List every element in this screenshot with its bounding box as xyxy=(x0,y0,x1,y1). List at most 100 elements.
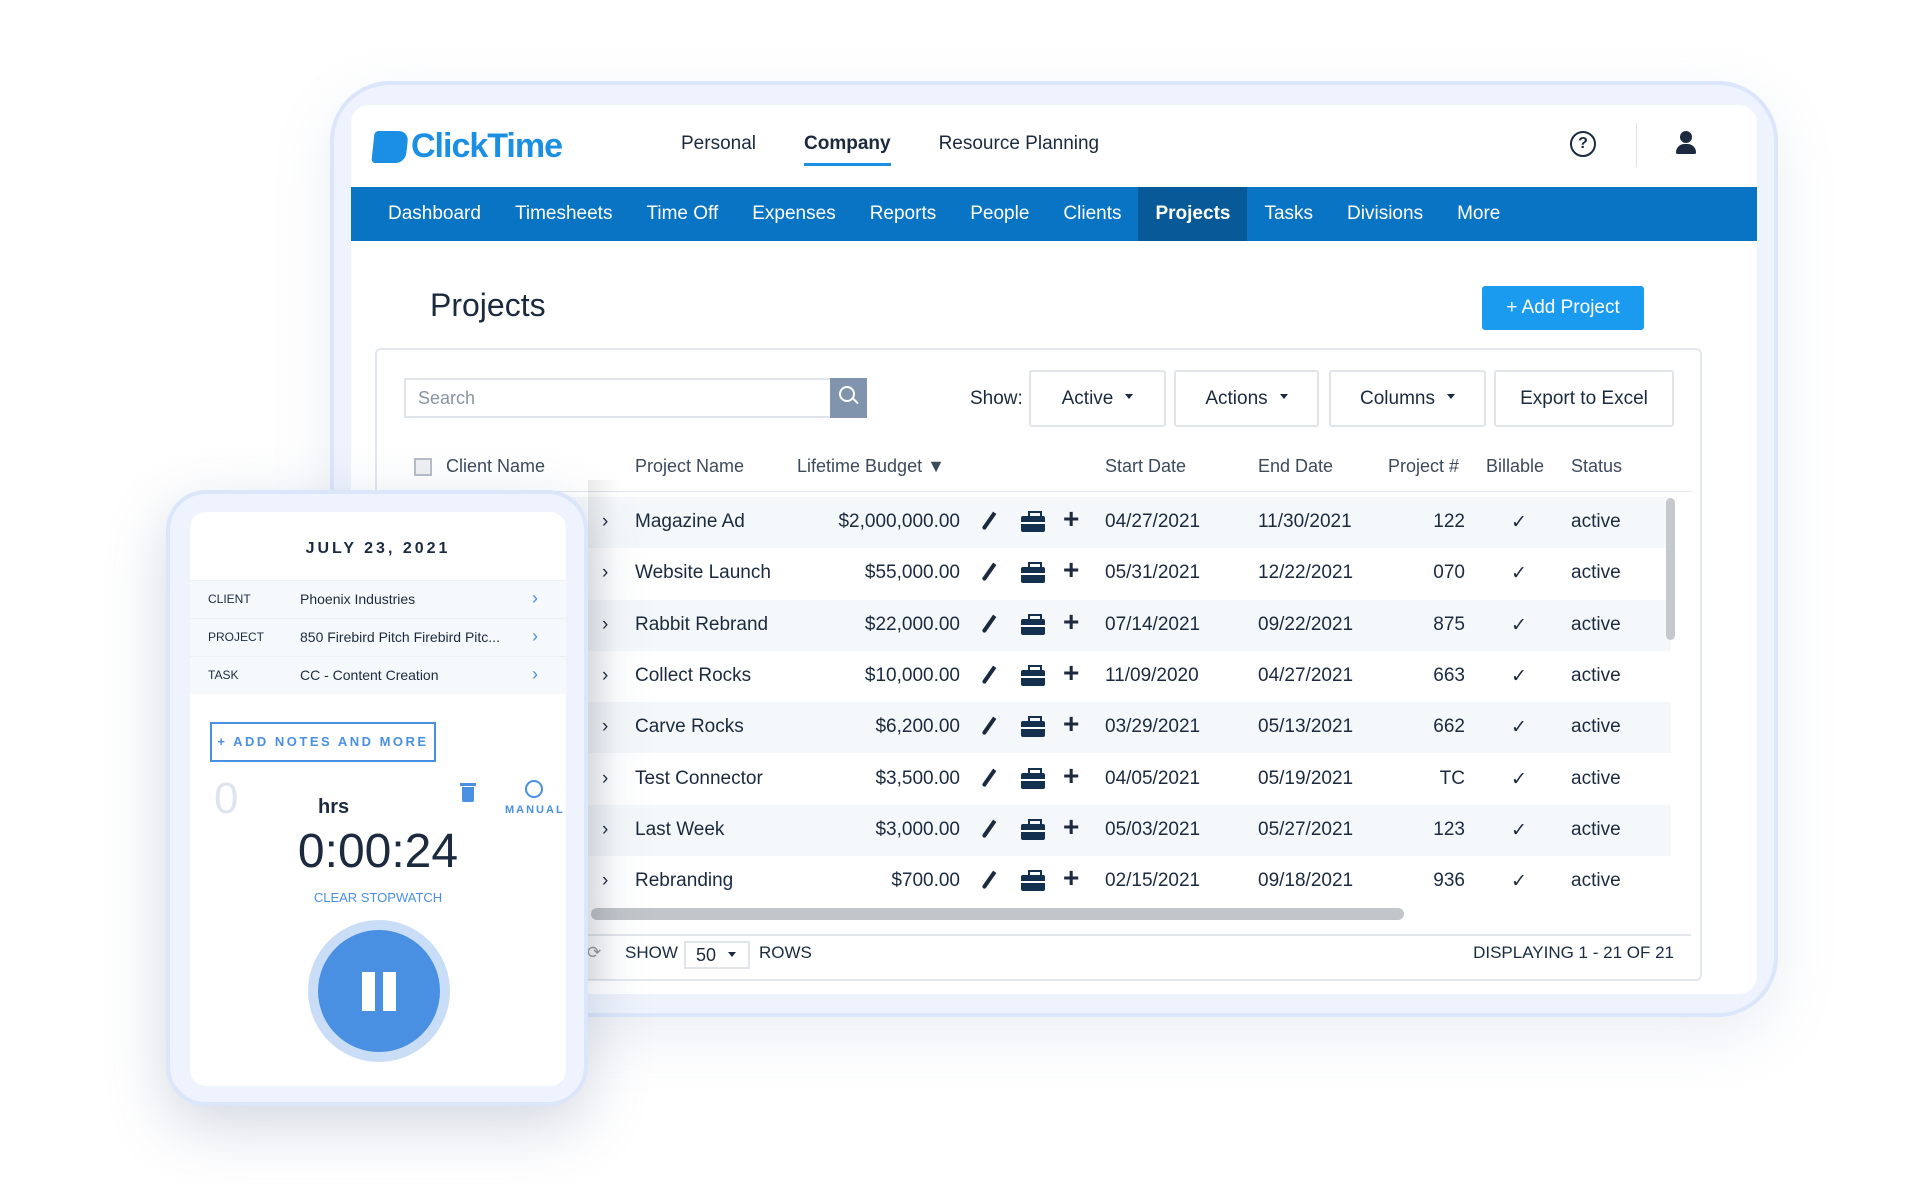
refresh-icon[interactable]: ⟳ xyxy=(587,943,601,963)
add-plus-icon[interactable]: + xyxy=(1063,503,1079,535)
expand-chevron-icon[interactable]: › xyxy=(602,562,608,584)
add-plus-icon[interactable]: + xyxy=(1063,657,1079,689)
nav-projects[interactable]: Projects xyxy=(1138,187,1248,241)
project-name[interactable]: Rebranding xyxy=(635,870,733,892)
edit-pencil-icon[interactable] xyxy=(981,768,997,787)
help-icon[interactable]: ? xyxy=(1570,131,1596,157)
task-field[interactable]: TASK CC - Content Creation › xyxy=(190,656,566,694)
expand-chevron-icon[interactable]: › xyxy=(602,870,608,892)
add-plus-icon[interactable]: + xyxy=(1063,760,1079,792)
header-start-date[interactable]: Start Date xyxy=(1105,456,1186,477)
project-name[interactable]: Test Connector xyxy=(635,768,763,790)
briefcase-icon[interactable] xyxy=(1021,818,1045,840)
project-name[interactable]: Last Week xyxy=(635,819,724,841)
nav-reports[interactable]: Reports xyxy=(853,187,954,241)
project-name[interactable]: Magazine Ad xyxy=(635,511,745,533)
edit-pencil-icon[interactable] xyxy=(981,562,997,582)
end-date: 04/27/2021 xyxy=(1258,664,1354,686)
lifetime-budget: $2,000,000.00 xyxy=(838,511,960,532)
header-project-number[interactable]: Project # xyxy=(1388,456,1459,477)
add-plus-icon[interactable]: + xyxy=(1063,606,1079,638)
client-field[interactable]: CLIENT Phoenix Industries › xyxy=(190,580,566,618)
briefcase-icon[interactable] xyxy=(1021,767,1045,789)
nav-clients[interactable]: Clients xyxy=(1046,187,1138,241)
project-name[interactable]: Website Launch xyxy=(635,562,771,584)
edit-pencil-icon[interactable] xyxy=(981,819,997,839)
add-plus-icon[interactable]: + xyxy=(1063,554,1079,586)
nav-divisions[interactable]: Divisions xyxy=(1330,187,1440,241)
expand-chevron-icon[interactable]: › xyxy=(602,819,608,841)
end-date: 09/22/2021 xyxy=(1258,613,1354,635)
briefcase-icon[interactable] xyxy=(1021,613,1045,635)
expand-chevron-icon[interactable]: › xyxy=(602,665,608,687)
stopwatch-icon[interactable] xyxy=(525,780,543,798)
add-project-button[interactable]: + Add Project xyxy=(1482,286,1644,330)
actions-dropdown[interactable]: Actions xyxy=(1174,370,1319,427)
chevron-right-icon: › xyxy=(532,588,538,608)
nav-timesheets[interactable]: Timesheets xyxy=(498,187,630,241)
clicktime-logo[interactable]: ClickTime xyxy=(371,127,563,166)
edit-pencil-icon[interactable] xyxy=(981,665,997,685)
nav-people[interactable]: People xyxy=(953,187,1046,241)
add-plus-icon[interactable]: + xyxy=(1063,708,1079,740)
nav-tasks[interactable]: Tasks xyxy=(1247,187,1330,241)
edit-pencil-icon[interactable] xyxy=(981,870,997,890)
export-excel-button[interactable]: Export to Excel xyxy=(1494,370,1674,427)
expand-chevron-icon[interactable]: › xyxy=(602,716,608,738)
lifetime-budget: $700.00 xyxy=(891,870,960,892)
nav-more[interactable]: More xyxy=(1440,187,1517,241)
expand-chevron-icon[interactable]: › xyxy=(602,511,608,533)
end-date: 09/18/2021 xyxy=(1258,870,1354,892)
caret-down-icon xyxy=(1125,394,1134,403)
top-nav-personal[interactable]: Personal xyxy=(681,133,756,166)
add-plus-icon[interactable]: + xyxy=(1063,811,1079,843)
user-icon[interactable] xyxy=(1675,131,1697,155)
search-input[interactable]: Search xyxy=(404,378,867,418)
displaying-count: DISPLAYING 1 - 21 OF 21 xyxy=(1473,943,1674,962)
project-field[interactable]: PROJECT 850 Firebird Pitch Firebird Pitc.… xyxy=(190,618,566,656)
header-project-name[interactable]: Project Name xyxy=(635,456,744,477)
header-billable[interactable]: Billable xyxy=(1486,456,1544,477)
pause-button[interactable] xyxy=(308,920,450,1062)
add-plus-icon[interactable]: + xyxy=(1063,862,1079,894)
project-name[interactable]: Collect Rocks xyxy=(635,665,751,687)
search-icon[interactable] xyxy=(830,378,867,418)
header-lifetime-budget[interactable]: Lifetime Budget ▼ xyxy=(797,456,945,477)
header-status[interactable]: Status xyxy=(1571,456,1622,477)
edit-pencil-icon[interactable] xyxy=(981,614,997,633)
add-notes-button[interactable]: + ADD NOTES AND MORE xyxy=(210,722,436,762)
field-value: 850 Firebird Pitch Firebird Pitc... xyxy=(300,629,500,645)
briefcase-icon[interactable] xyxy=(1021,870,1045,892)
briefcase-icon[interactable] xyxy=(1021,716,1045,738)
clear-stopwatch-link[interactable]: CLEAR STOPWATCH xyxy=(190,890,566,905)
nav-dashboard[interactable]: Dashboard xyxy=(371,187,498,241)
project-number: 936 xyxy=(1433,870,1465,892)
hours-input[interactable]: 0 xyxy=(214,774,238,824)
briefcase-icon[interactable] xyxy=(1021,664,1045,686)
manual-button[interactable]: MANUAL xyxy=(505,804,565,816)
briefcase-icon[interactable] xyxy=(1021,562,1045,584)
header-end-date[interactable]: End Date xyxy=(1258,456,1333,477)
project-name[interactable]: Carve Rocks xyxy=(635,716,744,738)
horizontal-scrollbar[interactable] xyxy=(591,908,1404,920)
field-label: PROJECT xyxy=(208,630,265,644)
nav-expenses[interactable]: Expenses xyxy=(735,187,852,241)
show-filter-dropdown[interactable]: Active xyxy=(1029,370,1166,427)
columns-dropdown[interactable]: Columns xyxy=(1329,370,1486,427)
start-date: 04/05/2021 xyxy=(1105,767,1201,789)
edit-pencil-icon[interactable] xyxy=(981,716,997,736)
expand-chevron-icon[interactable]: › xyxy=(602,768,608,790)
header-client-name[interactable]: Client Name xyxy=(446,456,545,477)
briefcase-icon[interactable] xyxy=(1021,511,1045,532)
divider xyxy=(1636,123,1637,167)
nav-time-off[interactable]: Time Off xyxy=(629,187,735,241)
project-name[interactable]: Rabbit Rebrand xyxy=(635,614,768,636)
expand-chevron-icon[interactable]: › xyxy=(602,614,608,636)
edit-pencil-icon[interactable] xyxy=(981,511,997,531)
select-all-checkbox[interactable] xyxy=(414,458,432,476)
rows-per-page-select[interactable]: 50 xyxy=(684,941,750,969)
top-nav-resource-planning[interactable]: Resource Planning xyxy=(939,133,1100,166)
trash-icon[interactable] xyxy=(460,783,476,802)
vertical-scrollbar[interactable] xyxy=(1666,498,1675,640)
top-nav-company[interactable]: Company xyxy=(804,133,891,166)
